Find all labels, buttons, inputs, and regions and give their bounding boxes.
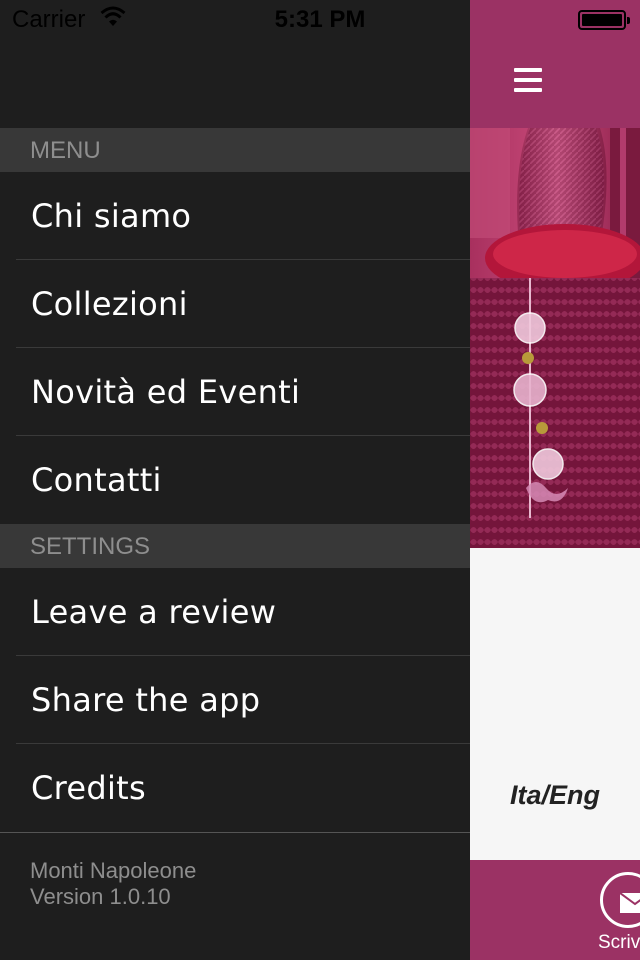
menu-item-collezioni[interactable]: Collezioni [0, 260, 470, 348]
status-time: 5:31 PM [274, 6, 366, 33]
menu-item-label: Novità ed Eventi [31, 373, 301, 411]
menu-item-label: Leave a review [31, 593, 277, 631]
hero-image [470, 128, 640, 548]
app-name: Monti Napoleone [30, 858, 197, 883]
side-drawer: MENU Chi siamo Collezioni Novità ed Even… [0, 0, 470, 960]
menu-item-leave-a-review[interactable]: Leave a review [0, 568, 470, 656]
menu-item-contatti[interactable]: Contatti [0, 436, 470, 524]
menu-item-label: Collezioni [31, 285, 188, 323]
section-header-menu: MENU [0, 128, 470, 172]
write-button[interactable]: Scriv [598, 870, 640, 960]
menu-item-label: Chi siamo [31, 197, 192, 235]
menu-item-novita-ed-eventi[interactable]: Novità ed Eventi [0, 348, 470, 436]
status-bar: Carrier 5:31 PM [0, 0, 640, 40]
footer-divider [0, 832, 470, 833]
menu-item-credits[interactable]: Credits [0, 744, 470, 832]
menu-item-label: Contatti [31, 461, 162, 499]
menu-item-share-the-app[interactable]: Share the app [0, 656, 470, 744]
battery-full-icon [578, 10, 630, 30]
envelope-icon [620, 893, 640, 913]
main-content: Ita/Eng Scriv [470, 0, 640, 960]
write-button-label: Scriv [598, 932, 640, 953]
language-toggle[interactable]: Ita/Eng [470, 780, 640, 811]
section-header-settings: SETTINGS [0, 524, 470, 568]
menu-item-label: Share the app [31, 681, 261, 719]
menu-item-label: Credits [31, 769, 147, 807]
app-footer: Monti Napoleone Version 1.0.10 [30, 858, 196, 910]
app-version: Version 1.0.10 [30, 884, 171, 909]
menu-item-chi-siamo[interactable]: Chi siamo [0, 172, 470, 260]
hamburger-menu-icon[interactable] [514, 66, 546, 96]
write-button-circle [600, 872, 640, 928]
